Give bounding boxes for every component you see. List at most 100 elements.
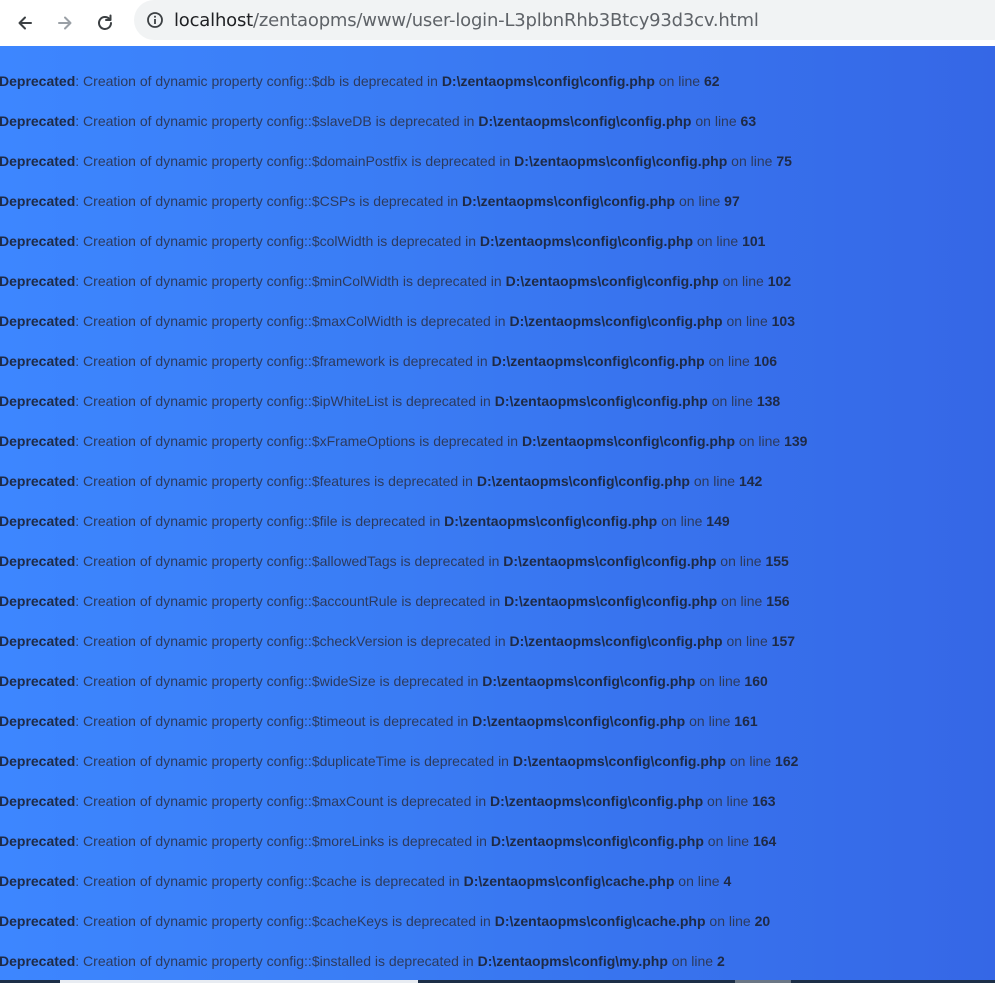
line-prefix: on line bbox=[703, 793, 753, 809]
message-text: : Creation of dynamic property config::$… bbox=[75, 833, 491, 849]
deprecation-message: Deprecated: Creation of dynamic property… bbox=[0, 431, 807, 451]
deprecation-message: Deprecated: Creation of dynamic property… bbox=[0, 271, 791, 291]
line-number: 20 bbox=[754, 913, 771, 929]
deprecation-message: Deprecated: Creation of dynamic property… bbox=[0, 511, 730, 531]
line-number: 161 bbox=[734, 713, 758, 729]
line-prefix: on line bbox=[691, 113, 741, 129]
line-number: 142 bbox=[738, 473, 763, 489]
line-prefix: on line bbox=[735, 433, 785, 449]
message-text: : Creation of dynamic property config::$… bbox=[75, 673, 483, 689]
deprecation-message: Deprecated: Creation of dynamic property… bbox=[0, 191, 740, 211]
page-content: Deprecated: Creation of dynamic property… bbox=[0, 46, 995, 980]
forward-arrow-icon bbox=[58, 16, 72, 30]
deprecated-label: Deprecated bbox=[0, 873, 76, 889]
line-number: 163 bbox=[752, 793, 776, 809]
line-prefix: on line bbox=[704, 353, 754, 369]
line-number: 103 bbox=[771, 313, 795, 329]
deprecation-message: Deprecated: Creation of dynamic property… bbox=[0, 391, 780, 411]
file-path: D:\zentaopms\config\config.php bbox=[504, 593, 718, 609]
line-number: 102 bbox=[767, 273, 792, 289]
file-path: D:\zentaopms\config\config.php bbox=[514, 153, 728, 169]
line-prefix: on line bbox=[654, 73, 704, 89]
message-text: : Creation of dynamic property config::$… bbox=[75, 393, 495, 409]
file-path: D:\zentaopms\config\config.php bbox=[503, 553, 717, 569]
message-text: : Creation of dynamic property config::$… bbox=[75, 353, 492, 369]
file-path: D:\zentaopms\config\config.php bbox=[491, 353, 705, 369]
message-text: : Creation of dynamic property config::$… bbox=[75, 233, 480, 249]
message-text: : Creation of dynamic property config::$… bbox=[75, 593, 505, 609]
deprecated-label: Deprecated bbox=[0, 913, 76, 929]
file-path: D:\zentaopms\config\config.php bbox=[505, 273, 719, 289]
file-path: D:\zentaopms\config\cache.php bbox=[494, 913, 706, 929]
line-number: 62 bbox=[703, 73, 720, 89]
line-number: 75 bbox=[776, 153, 792, 169]
line-prefix: on line bbox=[718, 273, 768, 289]
url-text[interactable]: localhost/zentaopms/www/user-login-L3plb… bbox=[174, 10, 759, 31]
file-path: D:\zentaopms\config\my.php bbox=[477, 953, 668, 969]
deprecated-label: Deprecated bbox=[0, 73, 76, 89]
file-path: D:\zentaopms\config\config.php bbox=[521, 433, 736, 449]
line-prefix: on line bbox=[675, 193, 725, 209]
file-path: D:\zentaopms\config\config.php bbox=[512, 753, 726, 769]
line-prefix: on line bbox=[717, 593, 767, 609]
message-text: : Creation of dynamic property config::$… bbox=[75, 873, 464, 889]
message-text: : Creation of dynamic property config::$… bbox=[75, 913, 495, 929]
line-number: 139 bbox=[784, 433, 808, 449]
deprecation-message: Deprecated: Creation of dynamic property… bbox=[0, 351, 777, 371]
deprecated-label: Deprecated bbox=[0, 833, 76, 849]
deprecation-message: Deprecated: Creation of dynamic property… bbox=[0, 711, 758, 731]
message-text: : Creation of dynamic property config::$… bbox=[75, 73, 442, 89]
deprecation-message: Deprecated: Creation of dynamic property… bbox=[0, 911, 770, 931]
line-number: 157 bbox=[771, 633, 796, 649]
message-text: : Creation of dynamic property config::$… bbox=[75, 433, 522, 449]
line-prefix: on line bbox=[657, 513, 707, 529]
file-path: D:\zentaopms\config\config.php bbox=[490, 793, 704, 809]
line-prefix: on line bbox=[695, 673, 745, 689]
message-text: : Creation of dynamic property config::$… bbox=[75, 153, 515, 169]
line-prefix: on line bbox=[727, 153, 777, 169]
file-path: D:\zentaopms\config\config.php bbox=[476, 473, 690, 489]
deprecated-label: Deprecated bbox=[0, 673, 76, 689]
deprecated-label: Deprecated bbox=[0, 273, 76, 289]
message-text: : Creation of dynamic property config::$… bbox=[75, 553, 504, 569]
deprecation-message: Deprecated: Creation of dynamic property… bbox=[0, 231, 765, 251]
reload-button[interactable] bbox=[89, 7, 121, 39]
file-path: D:\zentaopms\config\config.php bbox=[444, 513, 658, 529]
line-number: 162 bbox=[775, 753, 799, 769]
deprecated-label: Deprecated bbox=[0, 753, 76, 769]
address-bar[interactable]: localhost/zentaopms/www/user-login-L3plb… bbox=[134, 0, 995, 40]
file-path: D:\zentaopms\config\config.php bbox=[490, 833, 704, 849]
line-number: 160 bbox=[744, 673, 768, 689]
deprecation-message: Deprecated: Creation of dynamic property… bbox=[0, 751, 798, 771]
deprecated-label: Deprecated bbox=[0, 113, 76, 129]
deprecation-message: Deprecated: Creation of dynamic property… bbox=[0, 671, 768, 691]
message-text: : Creation of dynamic property config::$… bbox=[75, 713, 473, 729]
deprecated-label: Deprecated bbox=[0, 393, 76, 409]
line-number: 97 bbox=[724, 193, 740, 209]
file-path: D:\zentaopms\config\config.php bbox=[478, 113, 692, 129]
line-number: 63 bbox=[740, 113, 757, 129]
line-prefix: on line bbox=[689, 473, 739, 489]
file-path: D:\zentaopms\config\config.php bbox=[509, 633, 723, 649]
reload-icon bbox=[98, 14, 112, 30]
deprecated-label: Deprecated bbox=[0, 473, 76, 489]
deprecation-message: Deprecated: Creation of dynamic property… bbox=[0, 791, 776, 811]
file-path: D:\zentaopms\config\cache.php bbox=[463, 873, 675, 889]
file-path: D:\zentaopms\config\config.php bbox=[509, 313, 723, 329]
message-text: : Creation of dynamic property config::$… bbox=[75, 953, 478, 969]
site-info-icon[interactable] bbox=[146, 11, 164, 29]
message-text: : Creation of dynamic property config::$… bbox=[75, 313, 510, 329]
deprecation-message: Deprecated: Creation of dynamic property… bbox=[0, 871, 731, 891]
back-button[interactable] bbox=[9, 7, 41, 39]
deprecation-message: Deprecated: Creation of dynamic property… bbox=[0, 831, 776, 851]
forward-button[interactable] bbox=[49, 7, 81, 39]
deprecated-label: Deprecated bbox=[0, 233, 76, 249]
line-number: 138 bbox=[756, 393, 781, 409]
message-text: : Creation of dynamic property config::$… bbox=[75, 113, 479, 129]
line-prefix: on line bbox=[685, 713, 735, 729]
deprecated-label: Deprecated bbox=[0, 353, 76, 369]
deprecation-message: Deprecated: Creation of dynamic property… bbox=[0, 551, 789, 571]
deprecation-message: Deprecated: Creation of dynamic property… bbox=[0, 631, 795, 651]
deprecation-message: Deprecated: Creation of dynamic property… bbox=[0, 471, 762, 491]
deprecated-label: Deprecated bbox=[0, 553, 76, 569]
